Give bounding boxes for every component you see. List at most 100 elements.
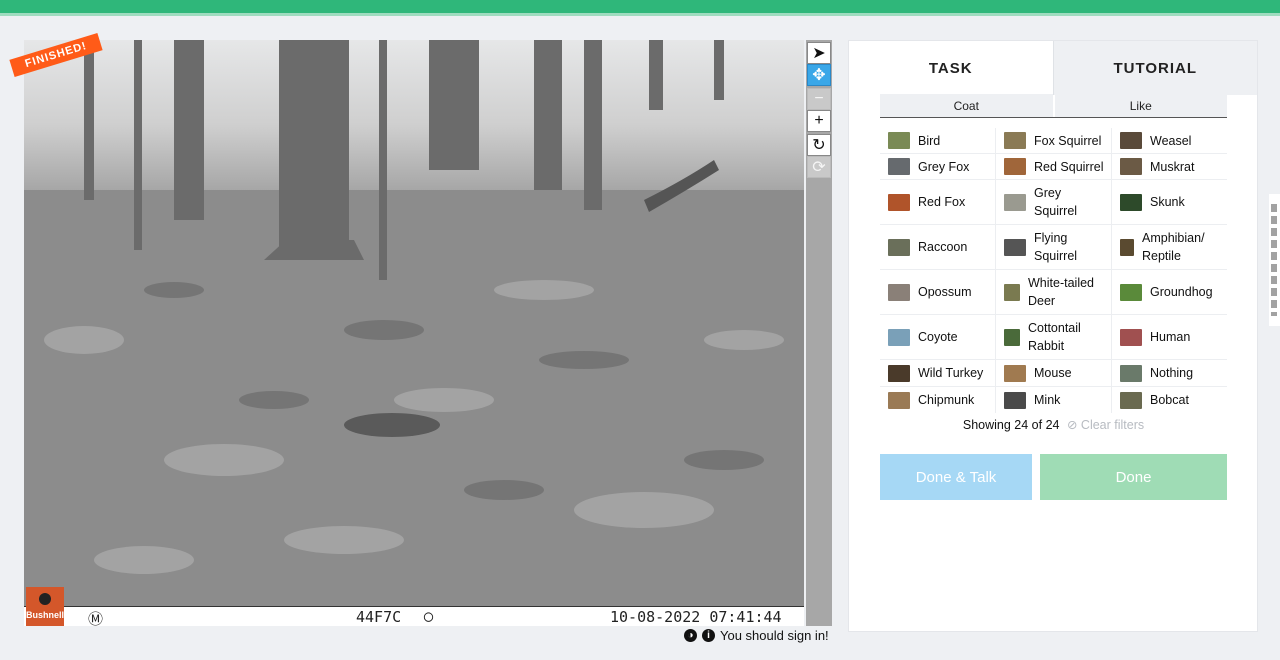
muskrat-thumbnail-icon — [1120, 158, 1142, 175]
trail-camera-photo[interactable] — [24, 40, 804, 606]
species-item-red-squirrel[interactable]: Red Squirrel — [996, 154, 1112, 179]
results-count: Showing 24 of 24 ⊘ Clear filters — [880, 417, 1227, 432]
species-row: Grey Fox Red Squirrel Muskrat — [880, 154, 1227, 180]
species-item-wild-turkey[interactable]: Wild Turkey — [880, 360, 996, 386]
flying-squirrel-thumbnail-icon — [1004, 238, 1026, 256]
camera-info-strip: Bushnell Ⓜ 44F7C ◯ 10-08-2022 07:41:44 — [24, 587, 804, 626]
tab-task[interactable]: TASK — [849, 41, 1053, 95]
species-label: Chipmunk — [918, 393, 975, 407]
red-fox-thumbnail-icon — [888, 193, 910, 211]
mouse-thumbnail-icon — [1004, 364, 1026, 382]
groundhog-thumbnail-icon — [1120, 283, 1142, 301]
species-row: Raccoon Flying Squirrel Amphibian/ Repti… — [880, 225, 1227, 270]
signin-text[interactable]: You should sign in! — [720, 628, 829, 643]
species-item-cottontail-rabbit[interactable]: Cottontail Rabbit — [996, 315, 1112, 359]
chipmunk-thumbnail-icon — [888, 391, 910, 409]
species-row: Wild Turkey Mouse Nothing — [880, 360, 1227, 387]
species-item-opossum[interactable]: Opossum — [880, 270, 996, 314]
species-item-muskrat[interactable]: Muskrat — [1112, 154, 1227, 179]
done-button[interactable]: Done — [1040, 454, 1227, 500]
weasel-thumbnail-icon — [1120, 132, 1142, 149]
species-row: Opossum White-tailed Deer Groundhog — [880, 270, 1227, 315]
species-item-skunk[interactable]: Skunk — [1112, 180, 1227, 224]
species-item-human[interactable]: Human — [1112, 315, 1227, 359]
species-label: Human — [1150, 330, 1191, 344]
species-row: Coyote Cottontail Rabbit Human — [880, 315, 1227, 360]
species-item-bird[interactable]: Bird — [880, 128, 996, 153]
species-item-bobcat[interactable]: Bobcat — [1112, 387, 1227, 413]
clear-filters-button[interactable]: ⊘ Clear filters — [1067, 418, 1144, 432]
pointer-icon[interactable]: ➤ — [807, 42, 831, 64]
white-tailed-deer-thumbnail-icon — [1004, 283, 1020, 301]
raccoon-thumbnail-icon — [888, 238, 910, 256]
species-label: Grey Squirrel — [1034, 186, 1078, 218]
species-item-flying-squirrel[interactable]: Flying Squirrel — [996, 225, 1112, 269]
grey-fox-thumbnail-icon — [888, 158, 910, 175]
species-item-raccoon[interactable]: Raccoon — [880, 225, 996, 269]
field-guide-side-tab[interactable] — [1269, 194, 1280, 326]
bird-thumbnail-icon — [888, 132, 910, 149]
species-label: White-tailed Deer — [1028, 276, 1094, 308]
rotate-icon[interactable]: ↻ — [807, 134, 831, 156]
species-label: Groundhog — [1150, 285, 1213, 299]
tab-tutorial[interactable]: TUTORIAL — [1052, 41, 1257, 95]
side-tab-label — [1271, 204, 1277, 316]
species-item-groundhog[interactable]: Groundhog — [1112, 270, 1227, 314]
species-item-nothing[interactable]: Nothing — [1112, 360, 1227, 386]
species-label: Mouse — [1034, 366, 1072, 380]
moon-phase-icon: ◯ — [424, 607, 434, 625]
zoom-out-icon[interactable]: − — [807, 88, 831, 110]
species-item-red-fox[interactable]: Red Fox — [880, 180, 996, 224]
species-item-chipmunk[interactable]: Chipmunk — [880, 387, 996, 413]
species-label: Wild Turkey — [918, 366, 984, 380]
species-label: Cottontail Rabbit — [1028, 321, 1081, 353]
signin-notice: ◑ i You should sign in! — [684, 628, 829, 643]
species-label: Nothing — [1150, 366, 1194, 380]
done-and-talk-button[interactable]: Done & Talk — [880, 454, 1032, 500]
filter-coat-button[interactable]: Coat — [880, 94, 1053, 117]
species-item-mouse[interactable]: Mouse — [996, 360, 1112, 386]
human-thumbnail-icon — [1120, 328, 1142, 346]
species-item-coyote[interactable]: Coyote — [880, 315, 996, 359]
contrast-icon[interactable]: ◑ — [684, 629, 697, 642]
panel-tabs: TASK TUTORIAL — [849, 41, 1257, 95]
opossum-thumbnail-icon — [888, 283, 910, 301]
fox-squirrel-thumbnail-icon — [1004, 132, 1026, 149]
grey-squirrel-thumbnail-icon — [1004, 193, 1026, 211]
species-label: Mink — [1034, 393, 1061, 407]
top-bar — [0, 0, 1280, 16]
species-item-mink[interactable]: Mink — [996, 387, 1112, 413]
move-icon[interactable]: ✥ — [807, 64, 831, 86]
species-row: Chipmunk Mink Bobcat — [880, 387, 1227, 413]
species-item-amphibian-reptile[interactable]: Amphibian/ Reptile — [1112, 225, 1227, 269]
species-item-fox-squirrel[interactable]: Fox Squirrel — [996, 128, 1112, 153]
species-item-weasel[interactable]: Weasel — [1112, 128, 1227, 153]
species-item-white-tailed-deer[interactable]: White-tailed Deer — [996, 270, 1112, 314]
showing-text: Showing 24 of 24 — [962, 418, 1060, 432]
camera-mode-icon: Ⓜ — [88, 610, 104, 626]
species-label: Amphibian/ Reptile — [1142, 231, 1205, 263]
species-item-grey-fox[interactable]: Grey Fox — [880, 154, 996, 179]
species-label: Bobcat — [1150, 393, 1189, 407]
skunk-thumbnail-icon — [1120, 193, 1142, 211]
species-item-grey-squirrel[interactable]: Grey Squirrel — [996, 180, 1112, 224]
species-label: Fox Squirrel — [1034, 133, 1102, 148]
filter-like-button[interactable]: Like — [1054, 94, 1227, 117]
red-squirrel-thumbnail-icon — [1004, 158, 1026, 175]
species-row: Bird Fox Squirrel Weasel — [880, 128, 1227, 154]
subject-viewer[interactable]: Bushnell Ⓜ 44F7C ◯ 10-08-2022 07:41:44 — [24, 40, 804, 626]
species-label: Grey Fox — [918, 159, 970, 174]
species-label: Red Squirrel — [1034, 159, 1104, 174]
coyote-thumbnail-icon — [888, 328, 910, 346]
cottontail-rabbit-thumbnail-icon — [1004, 328, 1020, 346]
species-label: Red Fox — [918, 195, 966, 209]
reset-icon[interactable]: ⟳ — [807, 156, 831, 178]
species-label: Skunk — [1150, 195, 1185, 209]
amphibian-reptile-thumbnail-icon — [1120, 238, 1134, 256]
species-label: Opossum — [918, 285, 972, 299]
info-icon[interactable]: i — [702, 629, 715, 642]
nothing-thumbnail-icon — [1120, 364, 1142, 382]
species-label: Raccoon — [918, 240, 968, 254]
zoom-in-icon[interactable]: + — [807, 110, 831, 132]
species-label: Muskrat — [1150, 159, 1195, 174]
